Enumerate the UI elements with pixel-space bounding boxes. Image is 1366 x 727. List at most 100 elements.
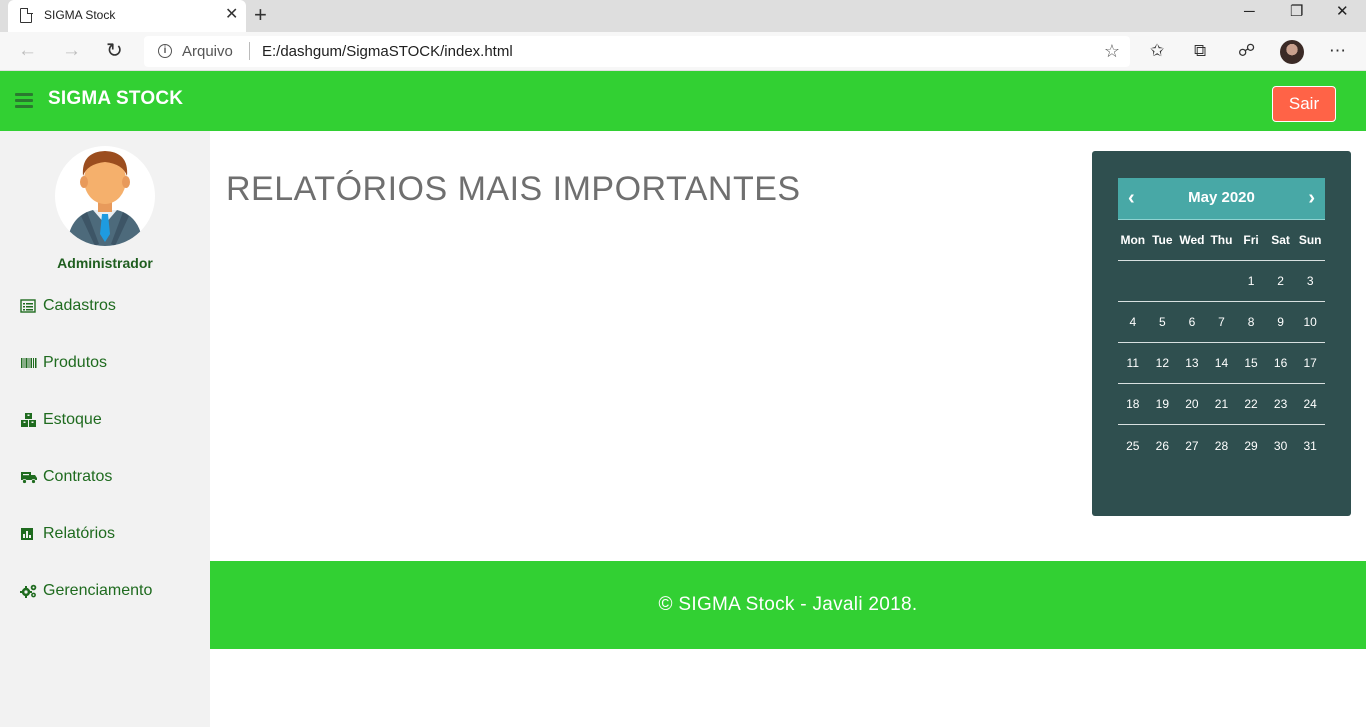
calendar-day[interactable]: 30: [1266, 439, 1296, 453]
calendar-weekday: Wed: [1179, 233, 1205, 247]
page-icon: [20, 7, 33, 23]
calendar-day[interactable]: 4: [1118, 315, 1148, 329]
tab-title: SIGMA Stock: [44, 8, 116, 22]
calendar-day[interactable]: 14: [1207, 356, 1237, 370]
back-icon[interactable]: ←: [18, 40, 37, 62]
sidebar-item-label: Produtos: [43, 354, 108, 371]
calendar-day[interactable]: 23: [1266, 397, 1296, 411]
calendar-day[interactable]: 12: [1148, 356, 1178, 370]
user-name: Administrador: [57, 255, 153, 271]
profile-avatar[interactable]: [1280, 40, 1304, 64]
calendar-week-row: 25 26 27 28 29 30 31: [1118, 425, 1325, 466]
calendar-day[interactable]: 18: [1118, 397, 1148, 411]
favorite-star-icon[interactable]: ☆: [1104, 41, 1120, 62]
calendar-day[interactable]: 5: [1148, 315, 1178, 329]
calendar-day[interactable]: 20: [1177, 397, 1207, 411]
calendar-day[interactable]: 7: [1207, 315, 1237, 329]
calendar-day[interactable]: 26: [1148, 439, 1178, 453]
calendar-day[interactable]: 28: [1207, 439, 1237, 453]
sidebar-item-label: Cadastros: [43, 297, 116, 314]
calendar-weekday: Mon: [1120, 233, 1146, 247]
calendar-day[interactable]: 11: [1118, 356, 1148, 370]
truck-icon: [21, 472, 37, 484]
calendar-day[interactable]: 13: [1177, 356, 1207, 370]
close-window-icon[interactable]: ✕: [1336, 2, 1349, 22]
calendar-week-row: 18 19 20 21 22 23 24: [1118, 384, 1325, 425]
forward-icon[interactable]: →: [62, 40, 81, 62]
calendar-day[interactable]: 8: [1236, 315, 1266, 329]
browser-tab[interactable]: SIGMA Stock ✕: [8, 0, 246, 32]
more-options-icon[interactable]: ⋯: [1329, 40, 1346, 62]
favorites-icon[interactable]: ✩: [1150, 40, 1164, 62]
calendar-weekday-row: Mon Tue Wed Thu Fri Sat Sun: [1118, 220, 1325, 261]
brand-logo-text[interactable]: SIGMA STOCK: [48, 88, 183, 110]
calendar-grid: Mon Tue Wed Thu Fri Sat Sun 1 2 3 4 5 6 7 8 9 10 11 12 13 14…: [1118, 220, 1325, 466]
browser-tab-bar: SIGMA Stock ✕ + ─ ❐ ✕: [0, 0, 1366, 32]
businessman-avatar-icon: [67, 151, 143, 246]
calendar-weekday: Fri: [1243, 233, 1259, 247]
address-bar[interactable]: i Arquivo E:/dashgum/SigmaSTOCK/index.ht…: [144, 36, 1130, 67]
info-icon[interactable]: i: [158, 44, 172, 58]
menu-toggle-icon[interactable]: [15, 93, 33, 108]
calendar-day[interactable]: 31: [1295, 439, 1325, 453]
calendar-day[interactable]: 9: [1266, 315, 1296, 329]
calendar-day[interactable]: 24: [1295, 397, 1325, 411]
boxes-icon: [21, 413, 36, 427]
reload-icon[interactable]: ↻: [106, 40, 123, 62]
sidebar-item-label: Relatórios: [43, 525, 116, 542]
page-title: RELATÓRIOS MAIS IMPORTANTES: [226, 170, 801, 208]
calendar-weekday: Sat: [1271, 233, 1290, 247]
footer-text: © SIGMA Stock - Javali 2018.: [658, 594, 918, 615]
calendar-weekday: Tue: [1152, 233, 1173, 247]
calendar-day[interactable]: 19: [1148, 397, 1178, 411]
sidebar-item-cadastros[interactable]: Cadastros: [20, 294, 116, 318]
calendar-week-row: 11 12 13 14 15 16 17: [1118, 343, 1325, 384]
sidebar-item-relatorios[interactable]: Relatórios: [20, 522, 115, 546]
calendar-day[interactable]: 16: [1266, 356, 1296, 370]
calendar-weekday: Sun: [1298, 233, 1322, 247]
sidebar-item-label: Estoque: [43, 411, 102, 428]
calendar-day[interactable]: 29: [1236, 439, 1266, 453]
sidebar-item-contratos[interactable]: Contratos: [20, 465, 112, 489]
url-separator: [249, 42, 250, 60]
sidebar-item-label: Contratos: [43, 468, 113, 485]
sidebar-item-label: Gerenciamento: [43, 582, 153, 599]
calendar-day[interactable]: 17: [1295, 356, 1325, 370]
calendar-week-row: 4 5 6 7 8 9 10: [1118, 302, 1325, 343]
calendar-day[interactable]: 22: [1236, 397, 1266, 411]
calendar-week-row: 123: [1118, 261, 1325, 302]
calendar-day[interactable]: 10: [1295, 315, 1325, 329]
restore-icon[interactable]: ❐: [1290, 2, 1303, 22]
minimize-icon[interactable]: ─: [1244, 2, 1255, 22]
feedback-icon[interactable]: ☍: [1238, 40, 1255, 62]
bar-chart-icon: [21, 528, 33, 540]
sidebar-item-gerenciamento[interactable]: Gerenciamento: [20, 579, 152, 603]
close-tab-icon[interactable]: ✕: [225, 6, 238, 24]
chevron-right-icon[interactable]: ›: [1308, 186, 1315, 210]
cogs-icon: [20, 584, 37, 598]
new-tab-icon[interactable]: +: [254, 4, 267, 26]
calendar-day[interactable]: 25: [1118, 439, 1148, 453]
avatar: [55, 146, 155, 246]
sidebar-item-estoque[interactable]: Estoque: [20, 408, 102, 432]
url-protocol-label: Arquivo: [182, 43, 233, 60]
sidebar: Administrador Cadastros Produtos Estoque: [0, 131, 210, 727]
list-icon: [20, 299, 36, 313]
calendar-weekday: Thu: [1210, 233, 1233, 247]
logout-button[interactable]: Sair: [1272, 86, 1336, 122]
calendar-day[interactable]: 27: [1177, 439, 1207, 453]
collections-icon[interactable]: ⧉: [1194, 40, 1206, 62]
barcode-icon: [21, 358, 37, 368]
browser-toolbar: ← → ↻ i Arquivo E:/dashgum/SigmaSTOCK/in…: [0, 32, 1366, 71]
app-header: SIGMA STOCK Sair: [0, 71, 1366, 131]
calendar-month-label: May 2020: [1188, 189, 1255, 206]
calendar-widget: ‹ May 2020 › Mon Tue Wed Thu Fri Sat Sun 1 2 3 4 5 6…: [1092, 151, 1351, 516]
calendar-day[interactable]: 21: [1207, 397, 1237, 411]
calendar-day[interactable]: 1: [1236, 274, 1266, 288]
sidebar-item-produtos[interactable]: Produtos: [20, 351, 107, 375]
calendar-day[interactable]: 15: [1236, 356, 1266, 370]
calendar-day[interactable]: 2: [1266, 274, 1296, 288]
calendar-day[interactable]: 3: [1295, 274, 1325, 288]
calendar-day[interactable]: 6: [1177, 315, 1207, 329]
url-text[interactable]: E:/dashgum/SigmaSTOCK/index.html: [262, 43, 513, 60]
